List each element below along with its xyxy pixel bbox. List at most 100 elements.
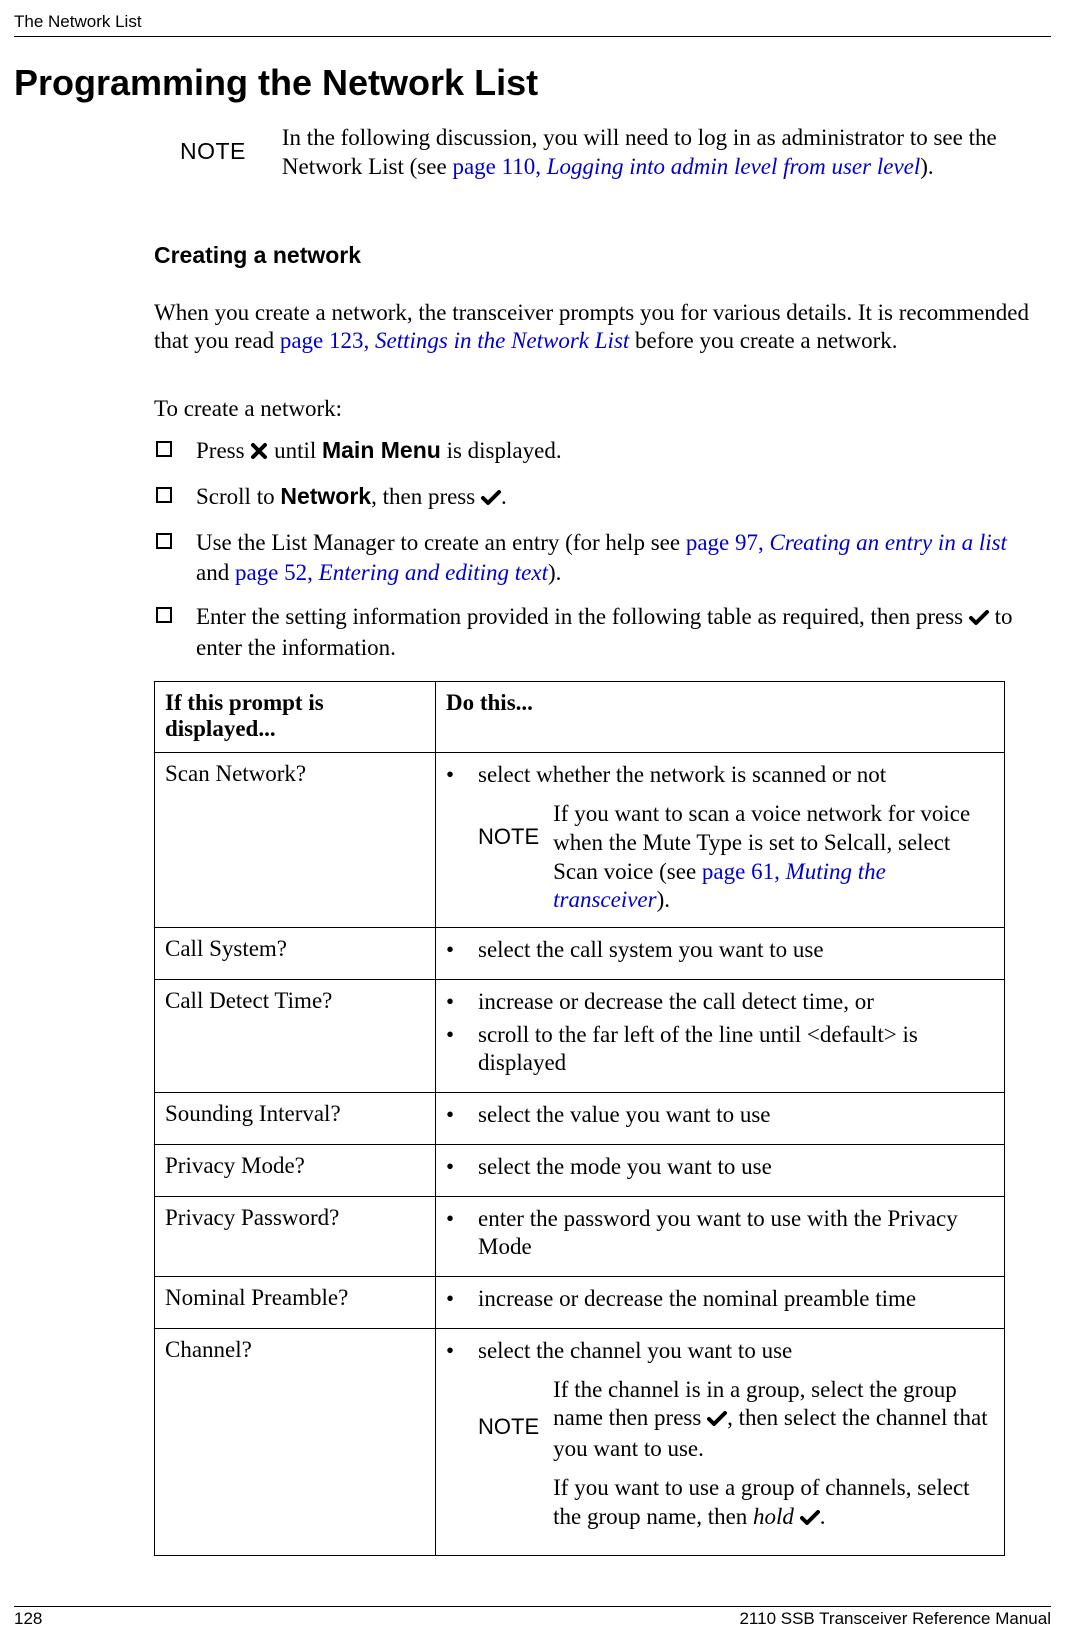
table-row: Privacy Mode? select the mode you want t… (155, 1144, 1005, 1196)
text: and (196, 560, 235, 585)
text: Scroll to (196, 484, 280, 509)
hold-text: hold (753, 1504, 794, 1529)
list-item: select the mode you want to use (446, 1153, 994, 1182)
prompt-cell: Channel? (155, 1328, 436, 1556)
link-page-110-title[interactable]: Logging into admin level from user level (547, 154, 920, 179)
check-icon (800, 1505, 820, 1534)
check-icon (481, 484, 501, 514)
prompt-cell: Sounding Interval? (155, 1093, 436, 1145)
table-header-row: If this prompt is displayed... Do this..… (155, 682, 1005, 753)
intro-paragraph: When you create a network, the transceiv… (154, 299, 1031, 357)
content-area: NOTE In the following discussion, you wi… (180, 124, 1031, 1556)
note-label: NOTE (180, 124, 246, 165)
text: is displayed. (441, 438, 562, 463)
text: ). (657, 887, 670, 912)
rule-bottom (14, 1606, 1051, 1607)
heading-1: Programming the Network List (14, 62, 538, 104)
network-label: Network (280, 483, 371, 509)
check-icon (707, 1406, 727, 1435)
list-item: select the call system you want to use (446, 936, 994, 965)
text: . (820, 1504, 826, 1529)
col-header-prompt: If this prompt is displayed... (155, 682, 436, 753)
link-page-52-title[interactable]: Entering and editing text (319, 560, 548, 585)
table-row: Call System? select the call system you … (155, 928, 1005, 980)
step-4: Enter the setting information provided i… (154, 602, 1031, 664)
running-head: The Network List (14, 12, 142, 32)
note-para-1: If the channel is in a group, select the… (553, 1376, 994, 1464)
action-cell: select the value you want to use (436, 1093, 1005, 1145)
table-row: Sounding Interval? select the value you … (155, 1093, 1005, 1145)
document-title-footer: 2110 SSB Transceiver Reference Manual (739, 1609, 1051, 1629)
text: Press (196, 438, 250, 463)
steps-list: Press until Main Menu is displayed. Scro… (180, 436, 1031, 663)
list-item: select the channel you want to use (446, 1337, 994, 1366)
heading-2: Creating a network (154, 242, 1031, 269)
action-cell: select whether the network is scanned or… (436, 753, 1005, 928)
bullet-list: select whether the network is scanned or… (446, 761, 994, 790)
text: . (501, 484, 507, 509)
list-item: select whether the network is scanned or… (446, 761, 994, 790)
link-page-52[interactable]: page 52, (235, 560, 319, 585)
text: Enter the setting information provided i… (196, 604, 969, 629)
note-para-2: If you want to use a group of channels, … (553, 1474, 994, 1534)
action-cell: select the channel you want to use NOTE … (436, 1328, 1005, 1556)
bullet-list: increase or decrease the call detect tim… (446, 988, 994, 1078)
text: until (268, 438, 322, 463)
link-page-123[interactable]: page 123, (280, 328, 375, 353)
prompt-cell: Call System? (155, 928, 436, 980)
text: ). (548, 560, 561, 585)
table-row: Scan Network? select whether the network… (155, 753, 1005, 928)
note-body: If the channel is in a group, select the… (553, 1376, 994, 1544)
note-label: NOTE (478, 800, 539, 850)
action-cell: select the mode you want to use (436, 1144, 1005, 1196)
action-cell: increase or decrease the call detect tim… (436, 979, 1005, 1092)
link-page-110[interactable]: page 110, (452, 154, 546, 179)
inner-note: NOTE If you want to scan a voice network… (478, 800, 994, 915)
text: ). (920, 154, 933, 179)
bullet-list: select the call system you want to use (446, 936, 994, 965)
x-icon (250, 438, 268, 468)
note-admin-login: NOTE In the following discussion, you wi… (180, 124, 1031, 182)
table-row: Nominal Preamble? increase or decrease t… (155, 1277, 1005, 1329)
prompt-cell: Nominal Preamble? (155, 1277, 436, 1329)
link-page-123-title[interactable]: Settings in the Network List (375, 328, 629, 353)
text: Use the List Manager to create an entry … (196, 530, 686, 555)
list-item: increase or decrease the call detect tim… (446, 988, 994, 1017)
table-row: Channel? select the channel you want to … (155, 1328, 1005, 1556)
link-page-61[interactable]: page 61, (702, 859, 786, 884)
note-body: In the following discussion, you will ne… (282, 124, 1031, 182)
table-row: Call Detect Time? increase or decrease t… (155, 979, 1005, 1092)
inner-note: NOTE If the channel is in a group, selec… (478, 1376, 994, 1544)
bullet-list: select the value you want to use (446, 1101, 994, 1130)
page: The Network List Programming the Network… (0, 0, 1065, 1639)
bullet-list: increase or decrease the nominal preambl… (446, 1285, 994, 1314)
prompt-cell: Privacy Password? (155, 1196, 436, 1277)
bullet-list: select the channel you want to use (446, 1337, 994, 1366)
action-cell: select the call system you want to use (436, 928, 1005, 980)
prompt-cell: Privacy Mode? (155, 1144, 436, 1196)
list-item: scroll to the far left of the line until… (446, 1021, 994, 1079)
prompt-cell: Call Detect Time? (155, 979, 436, 1092)
step-3: Use the List Manager to create an entry … (154, 528, 1031, 588)
settings-table: If this prompt is displayed... Do this..… (154, 681, 1005, 1556)
rule-top (14, 36, 1051, 37)
link-page-97[interactable]: page 97, (686, 530, 770, 555)
page-number: 128 (14, 1609, 42, 1629)
bullet-list: enter the password you want to use with … (446, 1205, 994, 1263)
table-row: Privacy Password? enter the password you… (155, 1196, 1005, 1277)
action-cell: increase or decrease the nominal preambl… (436, 1277, 1005, 1329)
list-item: increase or decrease the nominal preambl… (446, 1285, 994, 1314)
bullet-list: select the mode you want to use (446, 1153, 994, 1182)
prompt-cell: Scan Network? (155, 753, 436, 928)
link-page-97-title[interactable]: Creating an entry in a list (770, 530, 1007, 555)
list-item: enter the password you want to use with … (446, 1205, 994, 1263)
list-item: select the value you want to use (446, 1101, 994, 1130)
action-cell: enter the password you want to use with … (436, 1196, 1005, 1277)
text: before you create a network. (629, 328, 897, 353)
step-2: Scroll to Network, then press . (154, 482, 1031, 514)
check-icon (969, 604, 989, 634)
steps-intro: To create a network: (154, 396, 1031, 422)
step-1: Press until Main Menu is displayed. (154, 436, 1031, 468)
note-label: NOTE (478, 1376, 539, 1440)
note-body: If you want to scan a voice network for … (553, 800, 994, 915)
